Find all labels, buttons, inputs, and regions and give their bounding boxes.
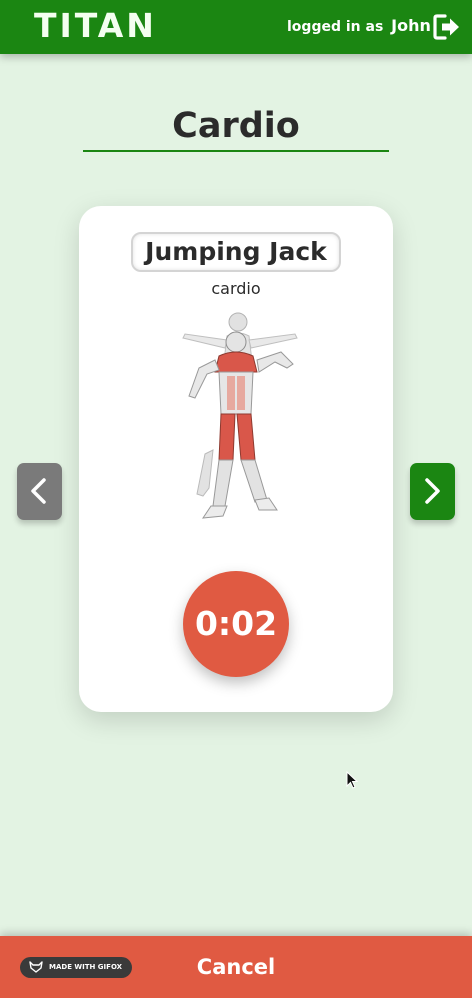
- title-underline: [83, 150, 389, 152]
- chevron-right-icon: [425, 478, 440, 504]
- page-title: Cardio: [172, 106, 300, 146]
- previous-exercise-button[interactable]: [17, 463, 62, 520]
- footer-bar: Cancel MADE WITH GIFOX: [0, 936, 472, 998]
- mouse-cursor-icon: [346, 771, 358, 789]
- logged-in-label: logged in as: [287, 19, 384, 35]
- exercise-category: cardio: [211, 279, 261, 298]
- exercise-card: Jumping Jack cardio 0:02: [79, 206, 393, 712]
- app-logo[interactable]: TITAN: [34, 6, 157, 45]
- username: John: [391, 16, 431, 35]
- chevron-left-icon: [31, 478, 46, 504]
- next-exercise-button[interactable]: [410, 463, 455, 520]
- muscle-figure-icon: [182, 312, 298, 519]
- fox-icon: [29, 961, 43, 973]
- logout-icon[interactable]: [432, 13, 462, 41]
- watermark-text: MADE WITH GIFOX: [49, 963, 123, 971]
- login-status: logged in as John: [287, 16, 431, 35]
- exercise-name: Jumping Jack: [131, 232, 341, 272]
- watermark-badge: MADE WITH GIFOX: [20, 957, 132, 978]
- app-header: TITAN logged in as John: [0, 0, 472, 54]
- exercise-timer: 0:02: [183, 571, 289, 677]
